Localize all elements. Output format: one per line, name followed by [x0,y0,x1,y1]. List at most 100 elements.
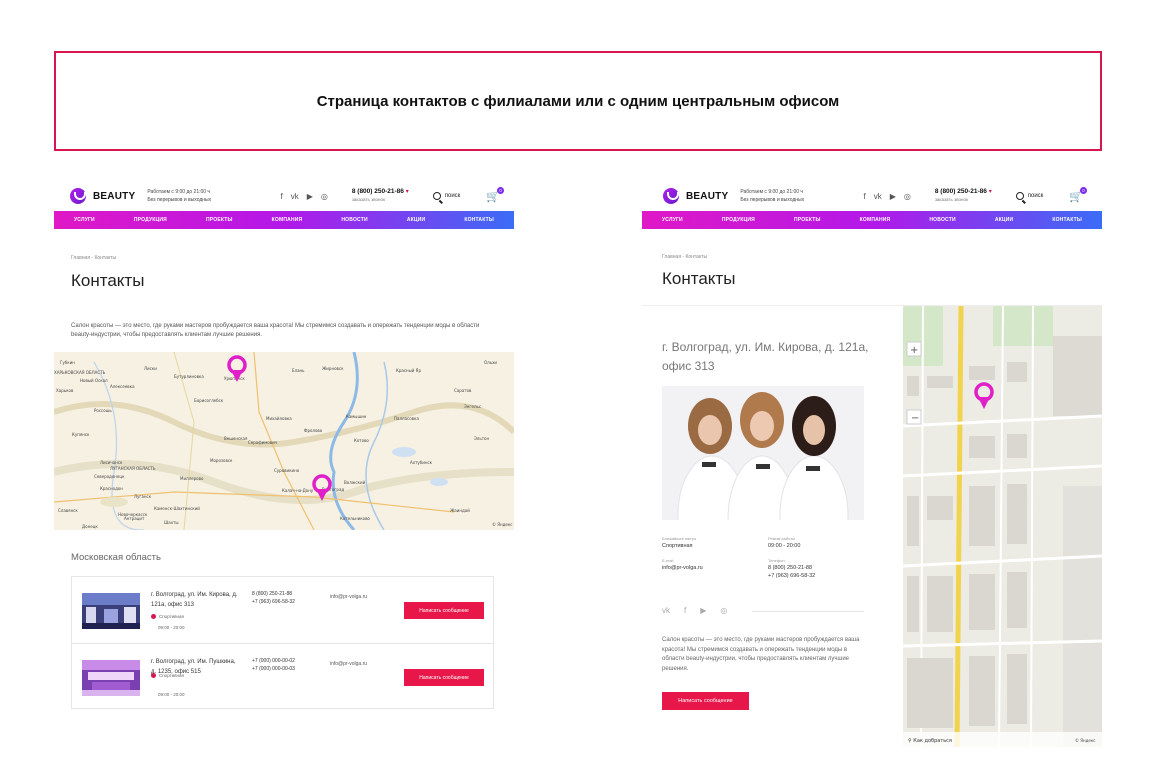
nav-item-projects[interactable]: ПРОЕКТЫ [794,217,821,223]
nav-item-company[interactable]: КОМПАНИЯ [860,217,891,223]
map-label: Шахты [164,520,179,525]
callback-link[interactable]: заказать звонок [352,196,409,204]
info-value[interactable]: info@pr-volga.ru [662,564,762,572]
search-icon [1015,192,1024,200]
chevron-down-icon: ▾ [988,189,992,195]
branch-photo [82,593,140,629]
info-value: Спортивная [662,543,693,549]
facebook-icon[interactable]: f [684,606,686,615]
map-label: Каменск-Шахтинский [154,506,200,511]
callback-link[interactable]: заказать звонок [935,196,992,204]
branch-email[interactable]: info@pr-volga.ru [330,594,367,600]
map-label: ЛУГАНСКАЯ ОБЛАСТЬ [110,466,156,471]
search-icon [432,192,441,200]
youtube-icon[interactable]: ▶ [700,606,706,615]
phone-number[interactable]: 8 (800) 250-21-86 ▾ [352,188,409,196]
info-value[interactable]: 8 (800) 250-21-88 [768,564,868,572]
map-copyright: © Яндекс [1075,738,1096,743]
logo[interactable]: BEAUTY [663,188,728,204]
zoom-in-icon[interactable]: + [910,345,918,356]
youtube-icon[interactable]: ▶ [307,192,313,201]
map-label: Жаиндай [450,508,470,513]
office-map[interactable]: + − ⚲ Как добраться © Яндекс [903,306,1102,747]
nav-item-products[interactable]: ПРОДУКЦИЯ [134,217,167,223]
info-value: 09:00 - 20:00 [768,543,801,549]
search-button[interactable]: поиск [432,192,460,200]
nav-item-contacts[interactable]: КОНТАКТЫ [464,217,494,223]
page-title: Контакты [71,271,145,290]
social-links: vk f ▶ ◎ [662,606,727,615]
office-address: г. Волгоград, ул. Им. Кирова, д. 121а, о… [662,340,869,373]
work-hours: Работаем с 9:00 до 21:00 ч Без перерывов… [147,188,237,204]
map-label: Красный Яр [396,368,421,373]
youtube-icon[interactable]: ▶ [890,192,896,201]
branch-address: г. Волгоград, ул. Им. Кирова, д. 121а, о… [151,592,238,608]
info-email: E-mail info@pr-volga.ru [662,557,762,572]
send-message-button[interactable]: Написать сообщение [662,692,749,710]
search-button[interactable]: поиск [1015,192,1044,200]
branch-email[interactable]: info@pr-volga.ru [330,661,367,667]
nav-item-products[interactable]: ПРОДУКЦИЯ [722,217,755,223]
right-header: BEAUTY Работаем с 9:00 до 21:00 ч Без пе… [663,179,1087,213]
nav-item-projects[interactable]: ПРОЕКТЫ [206,217,233,223]
nav-item-promotions[interactable]: АКЦИИ [995,217,1014,223]
nav-item-company[interactable]: КОМПАНИЯ [272,217,303,223]
branch-phone[interactable]: +7 (000) 000-00-03 [252,665,295,673]
social-links: f vk ▶ ◎ [280,192,327,201]
branch-hours: 09:00 - 20:00 [158,625,185,630]
nav-item-news[interactable]: НОВОСТИ [341,217,367,223]
info-metro: Ближайшее метро Спортивная [662,535,762,550]
nav-item-services[interactable]: УСЛУГИ [662,217,683,223]
facebook-icon[interactable]: f [863,192,865,201]
cart-count-badge: 0 [497,186,504,194]
nav-item-promotions[interactable]: АКЦИИ [407,217,426,223]
branches-map[interactable]: Губкин Новый Оскол Алексеевка Россошь Бу… [54,352,514,530]
map-label: Котельниково [340,516,370,521]
vk-icon[interactable]: vk [291,192,299,201]
map-label: Фролово [304,428,323,433]
intro-text: Салон красоты — это место, где руками ма… [71,323,480,338]
route-link[interactable]: ⚲ Как добраться [908,738,952,744]
instagram-icon[interactable]: ◎ [321,192,328,201]
map-label: Антрацит [124,516,145,521]
vk-icon[interactable]: vk [662,606,670,615]
branch-phone[interactable]: +7 (000) 000-00-02 [252,657,295,665]
hours-line1: Работаем с 9:00 до 21:00 ч [740,189,804,195]
nav-item-services[interactable]: УСЛУГИ [74,217,95,223]
instagram-icon[interactable]: ◎ [720,606,727,615]
phone-number[interactable]: 8 (800) 250-21-86 ▾ [935,188,992,196]
branch-phone[interactable]: 8 (800) 250-21-88 [252,590,295,598]
zoom-out-icon[interactable]: − [911,413,919,424]
map-label: Котово [354,438,369,443]
map-label: Эльтон [474,436,489,441]
info-label: E-mail [662,558,674,563]
map-label: Вешенская [224,436,248,441]
map-label: Энгельс [464,404,481,409]
map-label: Северодонецк [94,474,125,479]
map-label: Алексеевка [110,384,135,389]
map-label: Новый Оскол [80,378,108,383]
metro-name: Спортивная [159,673,184,678]
branch-phone[interactable]: +7 (963) 696-58-32 [252,598,295,606]
map-label: Морозовск [210,458,233,463]
map-label: Харьков [56,388,74,393]
map-label: Палласовка [394,416,419,421]
send-message-button[interactable]: Написать сообщение [404,669,484,686]
info-value[interactable]: +7 (963) 696-58-32 [768,572,868,580]
breadcrumb[interactable]: Главная - Контакты [71,255,116,261]
logo[interactable]: BEAUTY [70,188,135,204]
metro-icon [151,673,156,678]
send-message-button[interactable]: Написать сообщение [404,602,484,619]
search-label: поиск [1027,193,1044,199]
breadcrumb[interactable]: Главная - Контакты [662,254,707,260]
vk-icon[interactable]: vk [874,192,882,201]
info-hours: Режим работы 09:00 - 20:00 [768,535,868,550]
nav-item-news[interactable]: НОВОСТИ [929,217,955,223]
cart-button[interactable]: 🛒 0 [486,186,504,203]
info-label: Режим работы [768,536,796,541]
map-label: Саратов [454,388,472,393]
nav-item-contacts[interactable]: КОНТАКТЫ [1052,217,1082,223]
instagram-icon[interactable]: ◎ [904,192,911,201]
facebook-icon[interactable]: f [280,192,282,201]
cart-button[interactable]: 🛒 0 [1069,186,1087,203]
